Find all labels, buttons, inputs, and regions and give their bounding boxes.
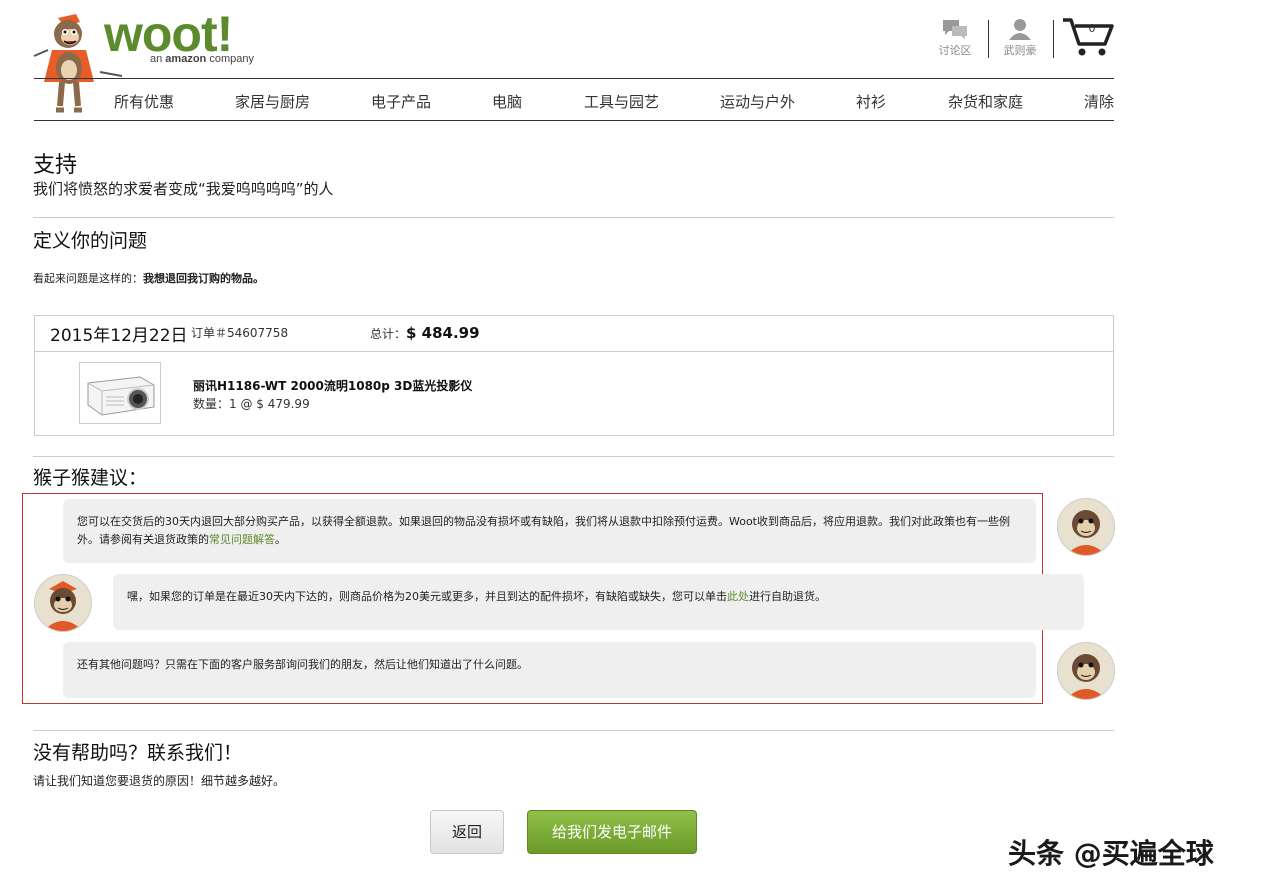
cart-count: 0 xyxy=(1088,22,1096,35)
watermark-text: 头条 @买遍全球 xyxy=(1008,837,1214,870)
page-subtitle: 我们将愤怒的求爱者变成“我爱呜呜呜呜”的人 xyxy=(33,180,334,198)
nav-category[interactable]: 清除 xyxy=(1084,91,1114,112)
header-divider xyxy=(988,20,989,58)
product-quantity: 数量：1 @ $ 479.99 xyxy=(193,397,310,411)
page-title: 支持 xyxy=(33,153,78,178)
nav-category[interactable]: 工具与园艺 xyxy=(584,91,659,112)
header-divider xyxy=(1053,20,1054,58)
user-icon xyxy=(1009,19,1031,40)
nav-category[interactable]: 杂货和家庭 xyxy=(948,91,1023,112)
faq-link[interactable]: 常见问题解答 xyxy=(209,533,275,546)
self-return-link[interactable]: 此处 xyxy=(727,590,749,603)
contact-subtitle: 请让我们知道您要退货的原因！细节越多越好。 xyxy=(33,774,286,788)
forum-link[interactable]: 讨论区 xyxy=(933,18,977,58)
nav-rule-top xyxy=(34,78,1114,79)
monkey-advice-heading: 猴子猴建议： xyxy=(33,467,148,489)
nav-category[interactable]: 衬衫 xyxy=(856,91,886,112)
section-divider xyxy=(33,456,1114,457)
projector-thumbnail-icon[interactable] xyxy=(79,362,161,424)
account-link[interactable]: 武则豪 xyxy=(998,18,1042,58)
forum-label: 讨论区 xyxy=(938,44,972,57)
define-problem-heading: 定义你的问题 xyxy=(33,230,148,252)
back-button[interactable]: 返回 xyxy=(430,810,504,854)
nav-category[interactable]: 所有优惠 xyxy=(114,91,174,112)
advice-bubble: 您可以在交货后的30天内退回大部分购买产品，以获得全额退款。如果退回的物品没有损… xyxy=(63,499,1036,563)
order-number: 订单＃54607758 xyxy=(191,326,289,340)
section-divider xyxy=(33,730,1114,731)
problem-summary: 看起来问题是这样的：我想退回我订购的物品。 xyxy=(33,272,264,285)
chat-bubbles-icon xyxy=(943,20,967,39)
email-us-button[interactable]: 给我们发电子邮件 xyxy=(527,810,697,854)
advice-bubble: 还有其他问题吗？只需在下面的客户服务部询问我们的朋友，然后让他们知道出了什么问题… xyxy=(63,642,1036,698)
nav-category[interactable]: 运动与户外 xyxy=(720,91,795,112)
nav-rule-bottom xyxy=(34,120,1114,121)
monkey-avatar-icon xyxy=(34,574,92,632)
nav-category[interactable]: 电子产品 xyxy=(371,91,431,112)
section-divider xyxy=(33,217,1114,218)
monkey-avatar-icon xyxy=(1057,498,1115,556)
monkey-avatar-icon xyxy=(1057,642,1115,700)
advice-bubble: 嘿，如果您的订单是在最近30天内下达的，则商品价格为20美元或更多，并且到达的配… xyxy=(113,574,1084,630)
logo-tagline: an amazon company xyxy=(150,53,254,65)
product-name[interactable]: 丽讯H1186-WT 2000流明1080p 3D蓝光投影仪 xyxy=(193,377,472,394)
order-header-divider xyxy=(35,351,1113,352)
nav-category[interactable]: 家居与厨房 xyxy=(235,91,310,112)
nav-category[interactable]: 电脑 xyxy=(492,91,522,112)
contact-heading: 没有帮助吗？联系我们！ xyxy=(33,742,243,764)
order-date: 2015年12月22日 xyxy=(50,326,188,346)
account-label: 武则豪 xyxy=(1003,44,1037,57)
order-total: 总计：$ 484.99 xyxy=(370,324,480,342)
